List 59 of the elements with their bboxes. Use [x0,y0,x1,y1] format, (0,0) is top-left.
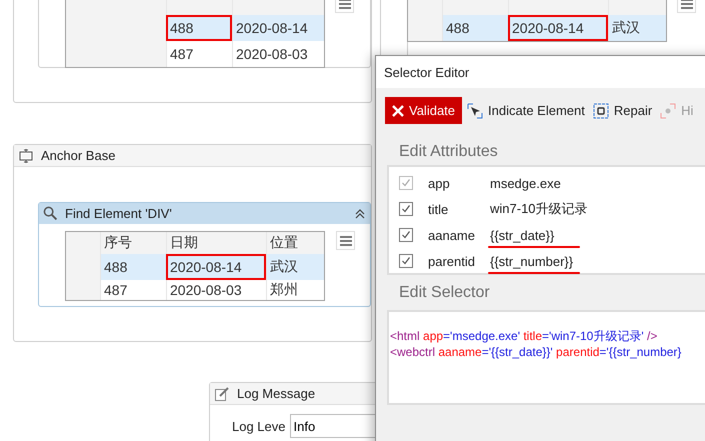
checkbox[interactable] [399,254,413,268]
table-row[interactable]: 488 2020-08-14 武汉 [408,15,666,41]
table-row[interactable]: 488 2020-08-14 武汉 [66,254,324,280]
close-icon [392,104,404,116]
menu-icon [338,0,350,8]
collapse-icon[interactable] [354,208,366,220]
section-heading: Edit Selector [398,283,491,303]
checkbox[interactable] [399,202,413,216]
repair-icon [592,102,609,118]
table-cell: 2020-08-14 [166,254,266,280]
check-icon [401,256,411,266]
table-cell: 2020-08-03 [232,41,324,67]
check-icon [401,178,411,188]
selector-editor[interactable]: <html app='msedge.exe' title='win7-10升级记录' /> <webctrl aaname='{{str_date}}' parentid='{{str_number} [387,310,705,405]
selector-line: <webctrl aaname='{{str_date}}' parentid='{{str_number} [389,344,682,360]
toolbar-button[interactable]: Repair [590,97,656,124]
table-cell: 488 [166,15,232,41]
table-cell: 武汉 [266,254,324,280]
section-heading: Edit Attributes [398,142,499,162]
toolbar-button[interactable]: Indicate Element [464,97,588,124]
pencil-note-icon [214,386,230,402]
search-icon [43,206,58,221]
attribute-value: {{str_date}} [490,228,554,242]
activity-title: Anchor Base [41,148,116,163]
anchor-icon [18,148,34,164]
checkbox[interactable] [399,228,413,242]
toolbar-button[interactable]: Validate [385,97,462,124]
attribute-name: aaname [428,228,476,242]
column-header: 日期 [166,232,266,254]
selector-line: <html app='msedge.exe' title='win7-10升级记录' /> [389,328,658,344]
table-cell: 487 [100,280,166,300]
field-label: Log Leve [232,418,286,434]
table-cell: 2020-08-14 [232,15,324,41]
menu-icon [680,0,692,8]
table-row[interactable]: 487 2020-08-03 郑州 [66,280,324,300]
attribute-value: win7-10升级记录 [490,200,588,218]
table-cell: 2020-08-03 [166,280,266,300]
activity-title: Log Message [237,386,316,401]
attribute-value: msedge.exe [490,176,561,190]
menu-icon [340,236,352,246]
attribute-value: {{str_number}} [490,254,574,268]
table-cell: 487 [166,41,232,67]
check-icon [401,204,411,214]
check-icon [401,230,411,240]
dialog-title: Selector Editor [384,64,470,80]
activity-title: Find Element 'DIV' [65,206,172,221]
table-cell: 武汉 [608,15,666,41]
pointer-icon [467,102,484,118]
menu-button[interactable] [336,231,355,250]
table-cell: 2020-08-14 [508,15,608,41]
attribute-name: title [428,202,450,216]
highlight-icon [660,102,676,118]
attribute-name: parentid [428,254,476,268]
table-cell: 488 [100,254,166,280]
attribute-name: app [428,176,451,190]
table-cell: 488 [442,15,508,41]
table-row[interactable]: 488 2020-08-14 [66,15,324,41]
table-row[interactable]: 487 2020-08-03 [66,41,324,67]
table-cell: 郑州 [266,280,324,300]
